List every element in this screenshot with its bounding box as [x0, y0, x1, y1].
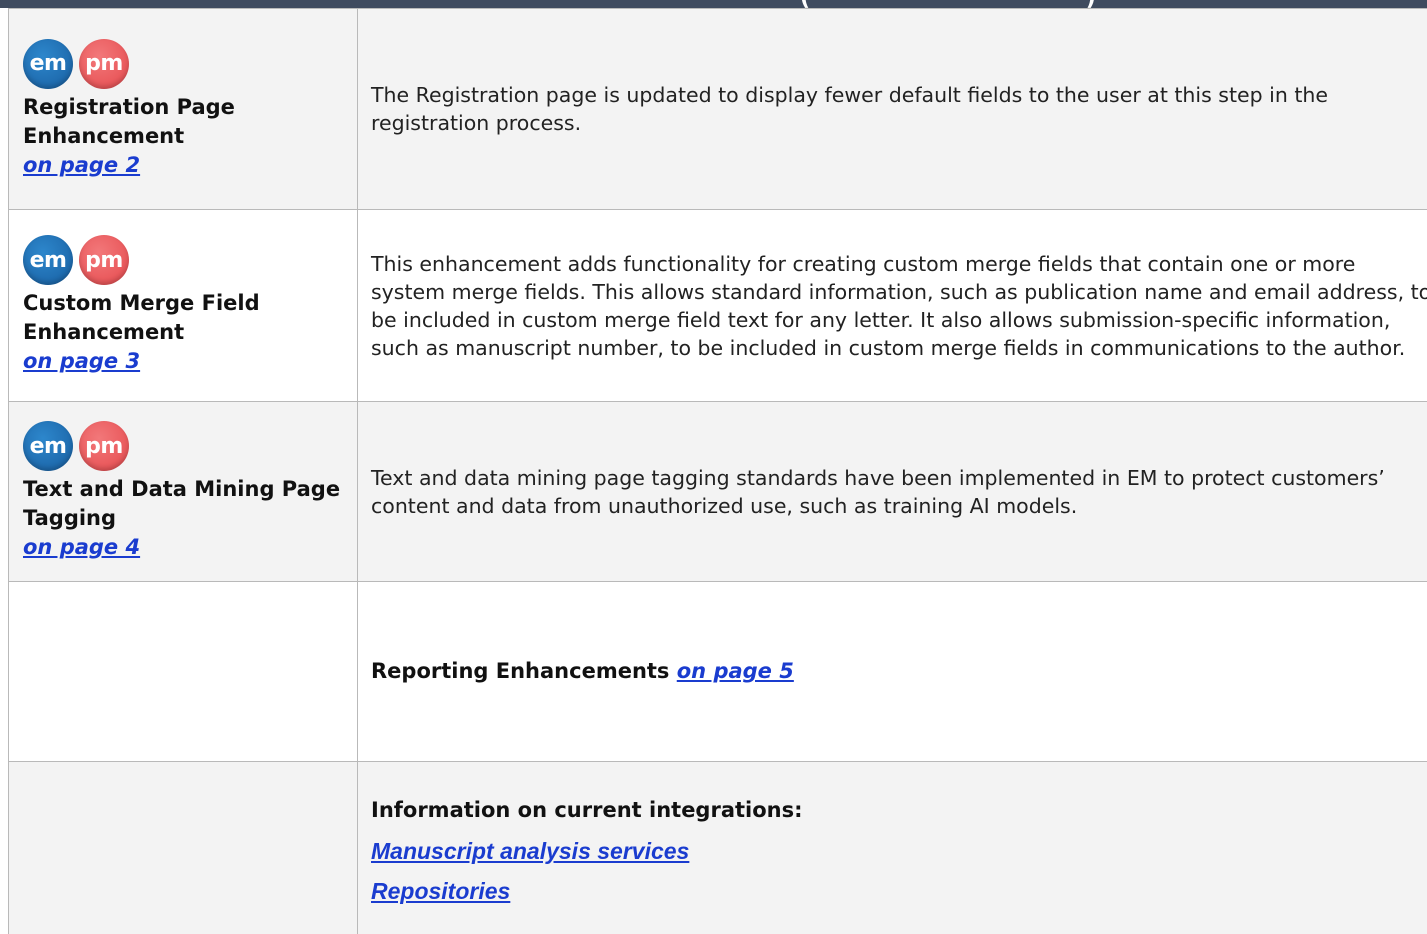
integrations-heading: Information on current integrations: — [371, 798, 803, 822]
description-cell: Text and data mining page tagging standa… — [357, 401, 1427, 582]
page-link[interactable]: on page 4 — [23, 533, 140, 562]
empty-cell — [8, 581, 358, 762]
reporting-label: Reporting Enhancements — [371, 659, 670, 683]
reporting-line: Reporting Enhancements on page 5 — [371, 657, 1427, 686]
reporting-cell: Reporting Enhancements on page 5 — [357, 581, 1427, 762]
page-link[interactable]: on page 3 — [23, 347, 140, 376]
feature-description: Text and data mining page tagging standa… — [371, 465, 1385, 518]
release-features-table: em pm Registration Page Enhancement on p… — [8, 8, 1427, 934]
feature-description: This enhancement adds functionality for … — [371, 251, 1427, 360]
description-cell: The Registration page is updated to disp… — [357, 8, 1427, 210]
feature-title: Custom Merge Field Enhancement — [23, 291, 260, 344]
reporting-page-link[interactable]: on page 5 — [677, 659, 794, 683]
feature-row: em pm Custom Merge Field Enhancement on … — [8, 209, 1427, 402]
feature-cell: em pm Text and Data Mining Page Tagging … — [8, 401, 358, 582]
pm-badge-icon: pm — [79, 421, 129, 471]
integrations-row: Information on current integrations: Man… — [8, 761, 1427, 934]
description-cell: This enhancement adds functionality for … — [357, 209, 1427, 402]
product-badges: em pm — [23, 235, 357, 285]
feature-cell: em pm Custom Merge Field Enhancement on … — [8, 209, 358, 402]
feature-title: Registration Page Enhancement — [23, 94, 235, 148]
empty-cell — [8, 761, 358, 934]
feature-title: Text and Data Mining Page Tagging — [23, 477, 341, 530]
document-page: ( ) em pm Registration Page Enhancement … — [0, 0, 1427, 934]
repositories-link[interactable]: Repositories — [371, 871, 1427, 911]
manuscript-analysis-link[interactable]: Manuscript analysis services — [371, 831, 1427, 871]
feature-row: em pm Text and Data Mining Page Tagging … — [8, 401, 1427, 582]
pm-badge-icon: pm — [79, 235, 129, 285]
em-badge-icon: em — [23, 235, 73, 285]
feature-description: The Registration page is updated to disp… — [371, 83, 1329, 135]
page-link[interactable]: on page 2 — [23, 151, 140, 180]
feature-cell: em pm Registration Page Enhancement on p… — [8, 8, 358, 210]
pm-badge-icon: pm — [79, 38, 129, 89]
reporting-row: Reporting Enhancements on page 5 — [8, 581, 1427, 762]
em-badge-icon: em — [23, 421, 73, 471]
integrations-cell: Information on current integrations: Man… — [357, 761, 1427, 934]
feature-row: em pm Registration Page Enhancement on p… — [8, 8, 1427, 210]
product-badges: em pm — [23, 421, 357, 471]
table-header-bar: ( ) — [0, 0, 1427, 11]
product-badges: em pm — [23, 38, 357, 89]
em-badge-icon: em — [23, 38, 73, 89]
